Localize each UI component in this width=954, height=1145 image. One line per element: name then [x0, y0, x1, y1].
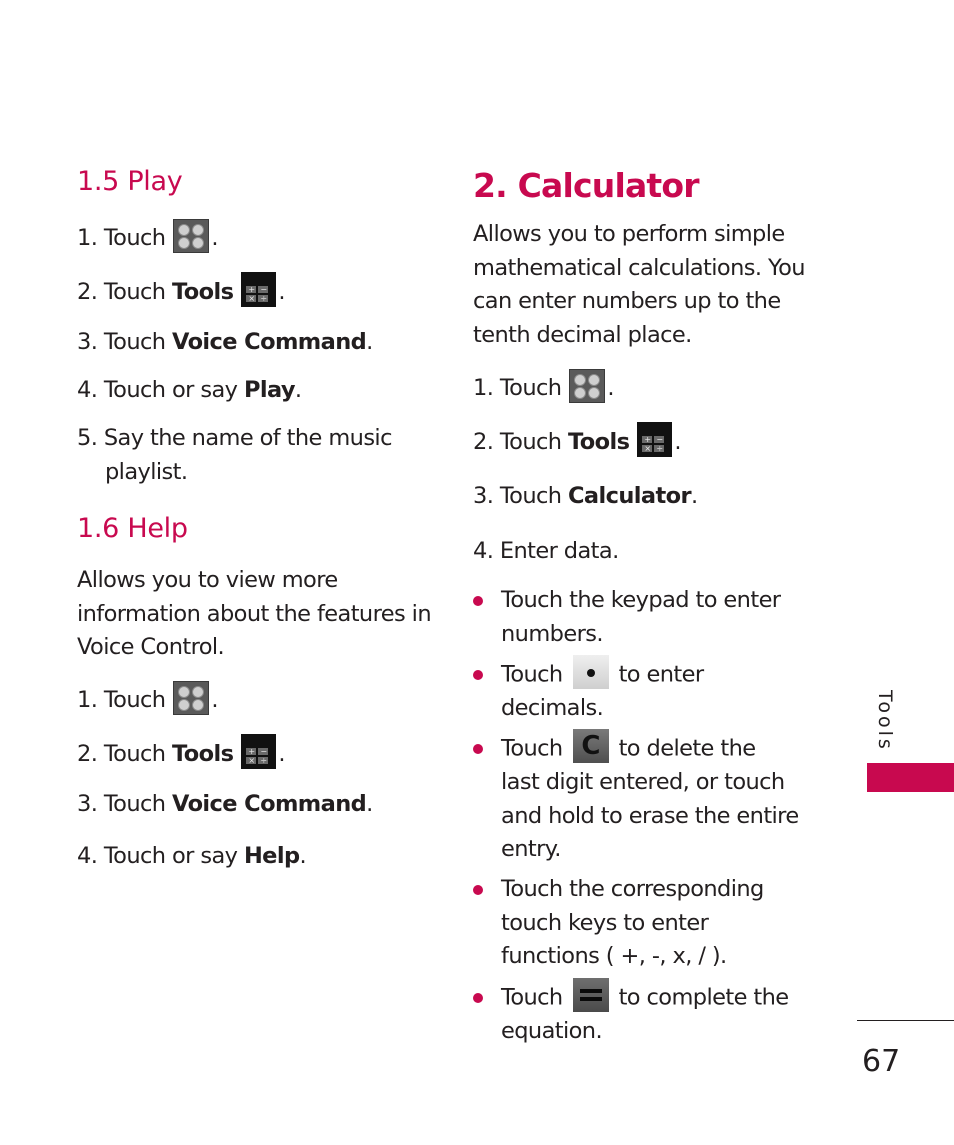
calc-step-3: 3. Touch Calculator.: [473, 483, 698, 509]
play-step-5: 5. Say the name of the music playlist.: [77, 425, 392, 485]
bullet-functions: Touch the corresponding touch keys to en…: [473, 873, 801, 974]
help-step-2: 2. Touch Tools + − × ÷.: [77, 734, 286, 772]
side-tab-marker: [867, 763, 954, 792]
section-heading-help: 1.6 Help: [77, 513, 188, 544]
equals-key-icon: [572, 978, 609, 1012]
bullet-keypad: Touch the keypad to enter numbers.: [473, 584, 801, 651]
bullet-dot: [473, 670, 483, 680]
help-step-1: 1. Touch.: [77, 680, 219, 718]
tools-icon: + − × ÷: [241, 734, 277, 769]
play-step-2: 2. Touch Tools + − × ÷.: [77, 272, 286, 310]
calc-step-4: 4. Enter data.: [473, 538, 619, 564]
page-number: 67: [862, 1044, 901, 1079]
bullet-equals: Touch to complete the equation.: [473, 978, 801, 1049]
bullet-dot: [473, 993, 483, 1003]
menu-icon: [173, 218, 210, 253]
play-step-4: 4. Touch or say Play.: [77, 377, 302, 403]
page-title: 2. Calculator: [473, 166, 700, 205]
help-intro: Allows you to view more information abou…: [77, 567, 432, 660]
calc-step-2: 2. Touch Tools + − × ÷.: [473, 422, 682, 460]
tools-icon: + − × ÷: [241, 272, 277, 307]
footer-divider: [857, 1020, 954, 1021]
help-step-4: 4. Touch or say Help.: [77, 843, 307, 869]
bullet-dot: [473, 885, 483, 895]
menu-icon: [173, 680, 210, 715]
calculator-intro: Allows you to perform simple mathematica…: [473, 221, 806, 348]
bullet-clear: Touch Cto delete the last digit entered, …: [473, 729, 801, 867]
play-step-1: 1. Touch.: [77, 218, 219, 256]
side-tab-label: Tools: [874, 690, 896, 752]
decimal-key-icon: [572, 655, 609, 689]
bullet-dot: [473, 596, 483, 606]
tools-icon: + − × ÷: [637, 422, 673, 457]
help-step-3: 3. Touch Voice Command.: [77, 791, 373, 817]
section-heading-play: 1.5 Play: [77, 166, 183, 197]
bullet-dot: [473, 744, 483, 754]
calc-step-1: 1. Touch.: [473, 368, 615, 406]
bullet-decimal: Touch to enter decimals.: [473, 655, 801, 726]
clear-key-icon: C: [572, 729, 609, 763]
play-step-3: 3. Touch Voice Command.: [77, 329, 373, 355]
menu-icon: [569, 368, 606, 403]
